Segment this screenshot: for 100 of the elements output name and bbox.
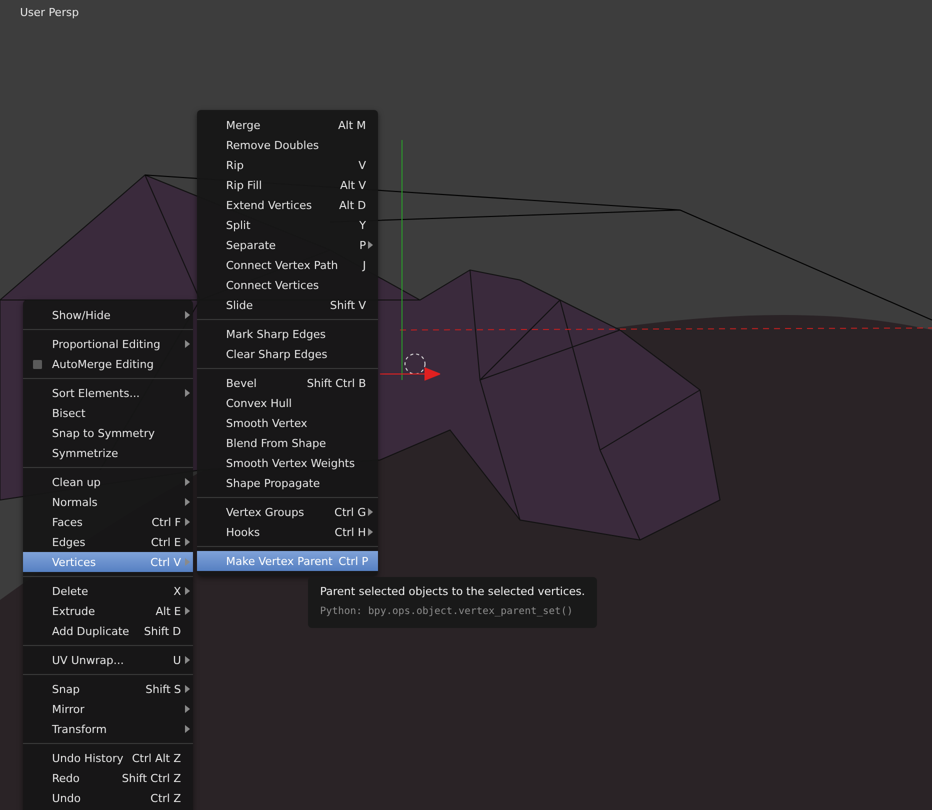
menu-item[interactable]: Bisect bbox=[23, 403, 193, 423]
shortcut-label: Alt E bbox=[154, 604, 181, 618]
shortcut-label: Alt V bbox=[339, 178, 366, 192]
checkbox[interactable] bbox=[33, 360, 42, 368]
menu-item[interactable]: Snap to Symmetry bbox=[23, 423, 193, 443]
menu-item-label: Rip bbox=[226, 158, 245, 172]
menu-item[interactable]: Mirror bbox=[23, 699, 193, 719]
menu-item-label: Mark Sharp Edges bbox=[226, 328, 327, 340]
menu-item[interactable]: Remove Doubles bbox=[197, 135, 378, 155]
menu-item-label: Delete bbox=[52, 584, 90, 598]
menu-item[interactable]: Connect Vertex Path J bbox=[197, 255, 378, 275]
menu-item-label: Merge bbox=[226, 118, 262, 132]
menu-item-label: AutoMerge Editing bbox=[52, 358, 155, 370]
shortcut-label: Shift D bbox=[143, 624, 181, 638]
menu-item[interactable]: Split Y bbox=[197, 215, 378, 235]
menu-item-label: Convex Hull bbox=[226, 396, 293, 410]
menu-item-label: UV Unwrap... bbox=[52, 654, 125, 666]
shortcut-label: Ctrl Z bbox=[149, 792, 181, 804]
menu-item[interactable]: Extend Vertices Alt D bbox=[197, 195, 378, 215]
menu-item-label: Bevel bbox=[226, 376, 258, 390]
shortcut-label: Y bbox=[358, 218, 366, 232]
menu-item[interactable]: Proportional Editing bbox=[23, 334, 193, 354]
menu-item[interactable]: Vertex Groups Ctrl G bbox=[197, 502, 378, 522]
shortcut-label: Shift Ctrl B bbox=[306, 376, 366, 390]
menu-item[interactable]: Snap Shift S bbox=[23, 679, 193, 699]
menu-item-label: Blend From Shape bbox=[226, 436, 328, 450]
menu-item[interactable]: Connect Vertices bbox=[197, 275, 378, 295]
menu-item-label: Symmetrize bbox=[52, 446, 120, 460]
menu-item[interactable]: Undo History Ctrl Alt Z bbox=[23, 748, 193, 768]
menu-item-label: Edges bbox=[52, 536, 86, 548]
shortcut-label: Shift V bbox=[328, 298, 366, 312]
menu-item[interactable]: Extrude Alt E bbox=[23, 601, 193, 621]
menu-item[interactable]: Sort Elements... bbox=[23, 383, 193, 403]
menu-item-label: Snap bbox=[52, 682, 81, 696]
menu-item[interactable]: Slide Shift V bbox=[197, 295, 378, 315]
menu-item[interactable]: Separate P bbox=[197, 235, 378, 255]
menu-item-label: Clear Sharp Edges bbox=[226, 348, 328, 360]
menu-item[interactable]: Smooth Vertex bbox=[197, 413, 378, 433]
shortcut-label: Alt M bbox=[337, 118, 366, 132]
menu-item[interactable]: Transform bbox=[23, 719, 193, 739]
menu-item-label: Proportional Editing bbox=[52, 338, 162, 350]
shortcut-label: V bbox=[357, 158, 366, 172]
menu-item[interactable]: Rip V bbox=[197, 155, 378, 175]
menu-item[interactable]: Merge Alt M bbox=[197, 115, 378, 135]
menu-item[interactable]: AutoMerge Editing bbox=[23, 354, 193, 374]
menu-item[interactable]: Show/Hide bbox=[23, 305, 193, 325]
menu-item-label: Mirror bbox=[52, 702, 86, 716]
shortcut-label: Ctrl Alt Z bbox=[131, 752, 181, 764]
viewport-title: User Persp bbox=[20, 6, 79, 19]
menu-item[interactable]: Faces Ctrl F bbox=[23, 512, 193, 532]
tooltip-description: Parent selected objects to the selected vertices. bbox=[320, 585, 585, 599]
menu-item-label: Transform bbox=[52, 722, 108, 736]
shortcut-label: Ctrl P bbox=[338, 554, 368, 568]
menu-item[interactable]: Shape Propagate bbox=[197, 473, 378, 493]
menu-item-label: Undo bbox=[52, 792, 82, 804]
menu-item[interactable]: UV Unwrap... U bbox=[23, 650, 193, 670]
menu-item-label: Vertices bbox=[52, 556, 97, 568]
menu-item-label: Smooth Vertex Weights bbox=[226, 456, 356, 470]
menu-item[interactable]: Clear Sharp Edges bbox=[197, 344, 378, 364]
menu-item-label: Separate bbox=[226, 238, 277, 252]
shortcut-label: Shift Ctrl Z bbox=[120, 772, 181, 784]
menu-item[interactable]: Blend From Shape bbox=[197, 433, 378, 453]
shortcut-label: Ctrl E bbox=[150, 536, 181, 548]
shortcut-label: U bbox=[172, 654, 181, 666]
menu-item[interactable]: Redo Shift Ctrl Z bbox=[23, 768, 193, 788]
menu-item[interactable]: Undo Ctrl Z bbox=[23, 788, 193, 808]
menu-item-label: Faces bbox=[52, 516, 84, 528]
menu-item[interactable]: Delete X bbox=[23, 581, 193, 601]
menu-item[interactable]: Bevel Shift Ctrl B bbox=[197, 373, 378, 393]
menu-item[interactable]: Normals bbox=[23, 492, 193, 512]
menu-item[interactable]: Symmetrize bbox=[23, 443, 193, 463]
tooltip-python-path: Python: bpy.ops.object.vertex_parent_set() bbox=[320, 605, 573, 618]
menu-item[interactable]: Smooth Vertex Weights bbox=[197, 453, 378, 473]
menu-item[interactable]: Convex Hull bbox=[197, 393, 378, 413]
menu-item-label: Hooks bbox=[226, 526, 261, 538]
shortcut-label: Ctrl V bbox=[149, 556, 181, 568]
menu-item-label: Vertex Groups bbox=[226, 506, 306, 518]
menu-item-label: Clean up bbox=[52, 476, 102, 488]
menu-item[interactable]: Rip Fill Alt V bbox=[197, 175, 378, 195]
menu-item[interactable]: Hooks Ctrl H bbox=[197, 522, 378, 542]
menu-item-label: Sort Elements... bbox=[52, 386, 141, 400]
menu-item-label: Slide bbox=[226, 298, 254, 312]
menu-item-label: Normals bbox=[52, 496, 99, 508]
menu-item[interactable]: Edges Ctrl E bbox=[23, 532, 193, 552]
menu-item-label: Snap to Symmetry bbox=[52, 426, 156, 440]
menu-item[interactable]: Mark Sharp Edges bbox=[197, 324, 378, 344]
menu-item-label: Show/Hide bbox=[52, 308, 112, 322]
menu-item[interactable]: Add Duplicate Shift D bbox=[23, 621, 193, 641]
shortcut-label: Ctrl H bbox=[334, 526, 366, 538]
menu-item[interactable]: Clean up bbox=[23, 472, 193, 492]
menu-item-label: Shape Propagate bbox=[226, 476, 321, 490]
menu-item-label: Extend Vertices bbox=[226, 198, 313, 212]
shortcut-label: X bbox=[172, 584, 181, 598]
shortcut-label: P bbox=[358, 238, 366, 252]
shortcut-label: Shift S bbox=[144, 682, 181, 696]
shortcut-label: Ctrl F bbox=[150, 516, 181, 528]
menu-item-label: Connect Vertex Path bbox=[226, 258, 339, 272]
menu-item-label: Undo History bbox=[52, 752, 124, 764]
menu-item-label: Add Duplicate bbox=[52, 624, 130, 638]
shortcut-label: J bbox=[361, 258, 366, 272]
